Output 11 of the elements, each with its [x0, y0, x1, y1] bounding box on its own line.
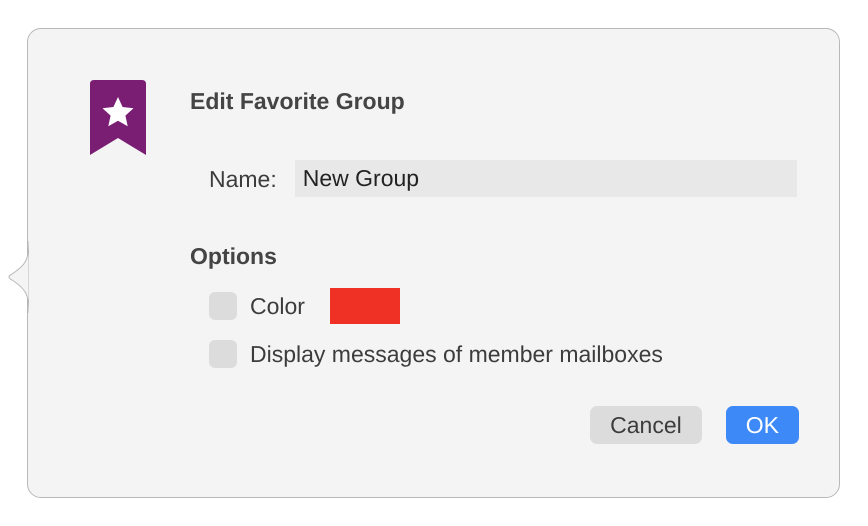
bookmark-star-icon — [90, 80, 146, 155]
name-label: Name: — [209, 164, 277, 192]
options-heading: Options — [190, 242, 278, 270]
dialog-title: Edit Favorite Group — [190, 87, 406, 115]
color-well[interactable] — [330, 288, 400, 324]
name-field[interactable]: New Group — [294, 160, 797, 197]
cancel-button[interactable]: Cancel — [590, 406, 702, 444]
checkbox-label: Display messages of member mailboxes — [250, 340, 663, 368]
checkbox[interactable] — [209, 340, 237, 368]
checkbox-label: Color — [250, 292, 305, 320]
checkbox[interactable] — [209, 292, 237, 320]
